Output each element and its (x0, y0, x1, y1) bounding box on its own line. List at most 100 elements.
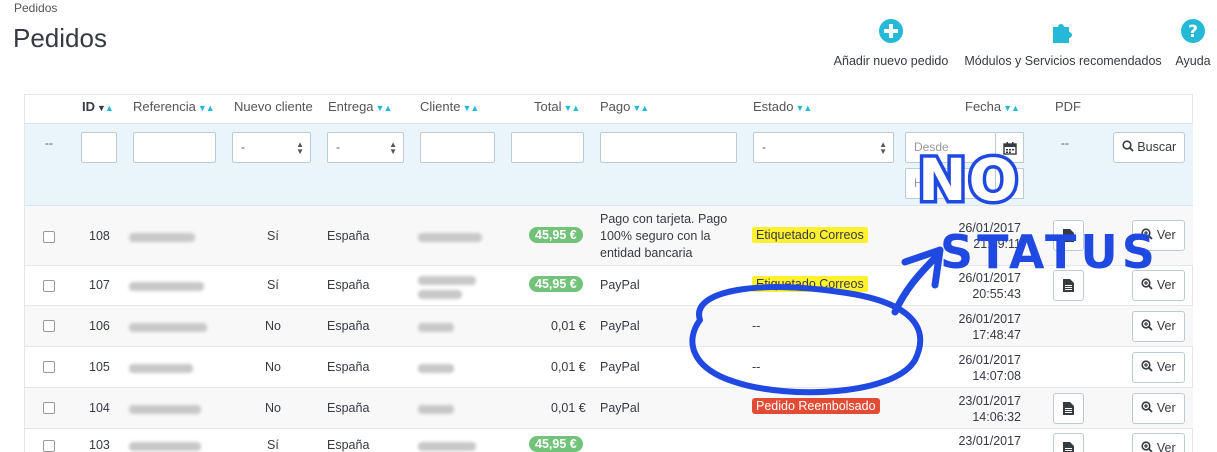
total-value: 0,01 € (551, 360, 586, 374)
customer-redacted (418, 440, 476, 452)
table-row[interactable]: 105 No España 0,01 € PayPal -- 26/01/201… (25, 347, 1193, 388)
view-order-button[interactable]: Ver (1132, 270, 1185, 301)
col-date[interactable]: Fecha ▼▲ (965, 99, 1020, 114)
document-icon (1063, 442, 1074, 452)
reference-redacted (129, 231, 195, 245)
col-id[interactable]: ID ▼▲ (82, 99, 114, 114)
table-row[interactable]: 103 Sí España 45,95 € 23/01/2017 Ver (25, 429, 1193, 452)
col-pdf: PDF (1055, 99, 1081, 114)
row-checkbox[interactable] (43, 320, 55, 332)
col-total-label: Total (534, 99, 562, 114)
select-arrows-icon: ▲ ▼ (879, 140, 887, 156)
status-badge: Pedido Reembolsado (752, 398, 880, 414)
col-new-customer: Nuevo cliente (234, 99, 313, 114)
document-icon (1063, 279, 1074, 292)
view-label: Ver (1156, 319, 1176, 333)
invoice-pdf-button[interactable] (1053, 220, 1084, 251)
delivery-country: España (327, 319, 370, 333)
status-badge: Etiquetado Correos (752, 276, 868, 292)
col-status[interactable]: Estado ▼▲ (753, 99, 812, 114)
sort-icon[interactable]: ▼▲ (632, 103, 649, 113)
col-payment[interactable]: Pago ▼▲ (600, 99, 649, 114)
view-order-button[interactable]: Ver (1132, 352, 1185, 383)
order-date: 26/01/2017 20:55:43 (931, 270, 1021, 302)
col-status-label: Estado (753, 99, 794, 114)
order-date: 23/01/2017 (931, 433, 1021, 449)
invoice-pdf-button[interactable] (1053, 433, 1084, 452)
reference-redacted (129, 440, 201, 452)
col-delivery-label: Entrega (328, 99, 374, 114)
filter-delivery-value: - (336, 140, 340, 154)
filter-delivery-select[interactable]: - ▲ ▼ (327, 132, 404, 163)
filter-date-to-input[interactable]: Hasta (905, 168, 996, 199)
recommended-modules-button[interactable]: Módulos y Servicios recomendados (963, 18, 1163, 68)
document-icon (1063, 402, 1074, 415)
filter-total-input[interactable] (511, 132, 584, 163)
filter-reference-input[interactable] (133, 132, 216, 163)
col-delivery[interactable]: Entrega ▼▲ (328, 99, 393, 114)
row-checkbox[interactable] (43, 440, 55, 452)
invoice-pdf-button[interactable] (1053, 270, 1084, 301)
sort-icon[interactable]: ▼▲ (97, 103, 114, 113)
filter-id-input[interactable] (81, 132, 117, 163)
sort-icon[interactable]: ▼▲ (462, 103, 479, 113)
date-value: 26/01/2017 (958, 271, 1021, 285)
view-order-button[interactable]: Ver (1132, 311, 1185, 342)
add-order-button[interactable]: Añadir nuevo pedido (832, 18, 950, 68)
plus-circle-icon (879, 19, 903, 43)
puzzle-icon (1053, 24, 1072, 43)
table-row[interactable]: 106 No España 0,01 € PayPal -- 26/01/201… (25, 306, 1193, 347)
help-button[interactable]: ? Ayuda (1174, 18, 1212, 68)
status-label: Etiquetado Correos (752, 276, 868, 292)
sort-icon[interactable]: ▼▲ (376, 103, 393, 113)
new-customer: No (265, 360, 281, 374)
calendar-glyph (1002, 142, 1017, 155)
time-value: 14:07:08 (972, 369, 1021, 383)
view-order-button[interactable]: Ver (1132, 433, 1185, 452)
col-total[interactable]: Total ▼▲ (534, 99, 580, 114)
view-order-button[interactable]: Ver (1132, 393, 1185, 424)
total-value: 45,95 € (529, 436, 583, 452)
total-value: 0,01 € (551, 401, 586, 415)
time-value: 20:55:43 (972, 287, 1021, 301)
col-customer[interactable]: Cliente ▼▲ (420, 99, 479, 114)
sort-icon[interactable]: ▼▲ (795, 103, 812, 113)
filter-customer-input[interactable] (420, 132, 495, 163)
table-row[interactable]: 104 No España 0,01 € PayPal Pedido Reemb… (25, 388, 1193, 429)
sort-icon[interactable]: ▼▲ (1003, 103, 1020, 113)
help-icon: ? (1181, 19, 1205, 43)
breadcrumb[interactable]: Pedidos (14, 1, 57, 15)
invoice-pdf-button[interactable] (1053, 393, 1084, 424)
help-label: Ayuda (1175, 54, 1211, 68)
filter-new-customer-select[interactable]: - ▲ ▼ (232, 132, 311, 163)
view-label: Ver (1156, 441, 1176, 452)
status-empty: -- (752, 360, 761, 374)
col-payment-label: Pago (600, 99, 631, 114)
sort-icon[interactable]: ▼▲ (563, 103, 580, 113)
customer-redacted (418, 403, 454, 417)
order-date: 26/01/2017 17:48:47 (931, 311, 1021, 343)
total-value: 45,95 € (529, 227, 583, 243)
delivery-country: España (327, 278, 370, 292)
select-arrows-icon: ▲ ▼ (296, 140, 304, 156)
calendar-icon[interactable] (996, 132, 1024, 163)
table-row[interactable]: 107 Sí España 45,95 € PayPal Etiquetado … (25, 266, 1193, 306)
filter-date-from-input[interactable]: Desde (905, 132, 996, 163)
search-icon (1122, 140, 1134, 152)
filter-payment-input[interactable] (600, 132, 737, 163)
filter-status-select[interactable]: - ▲ ▼ (753, 132, 894, 163)
sort-icon[interactable]: ▼▲ (198, 103, 215, 113)
table-row[interactable]: 108 Sí España 45,95 € Pago con tarjeta. … (25, 206, 1193, 266)
row-checkbox[interactable] (43, 280, 55, 292)
calendar-icon[interactable] (996, 168, 1024, 199)
search-button[interactable]: Buscar (1113, 132, 1185, 163)
new-customer: No (265, 319, 281, 333)
delivery-country: España (327, 401, 370, 415)
row-checkbox[interactable] (43, 402, 55, 414)
view-order-button[interactable]: Ver (1132, 220, 1185, 251)
order-id: 107 (89, 278, 110, 292)
col-reference[interactable]: Referencia ▼▲ (133, 99, 215, 114)
payment-method: PayPal (600, 401, 640, 415)
row-checkbox[interactable] (43, 231, 55, 243)
row-checkbox[interactable] (43, 361, 55, 373)
